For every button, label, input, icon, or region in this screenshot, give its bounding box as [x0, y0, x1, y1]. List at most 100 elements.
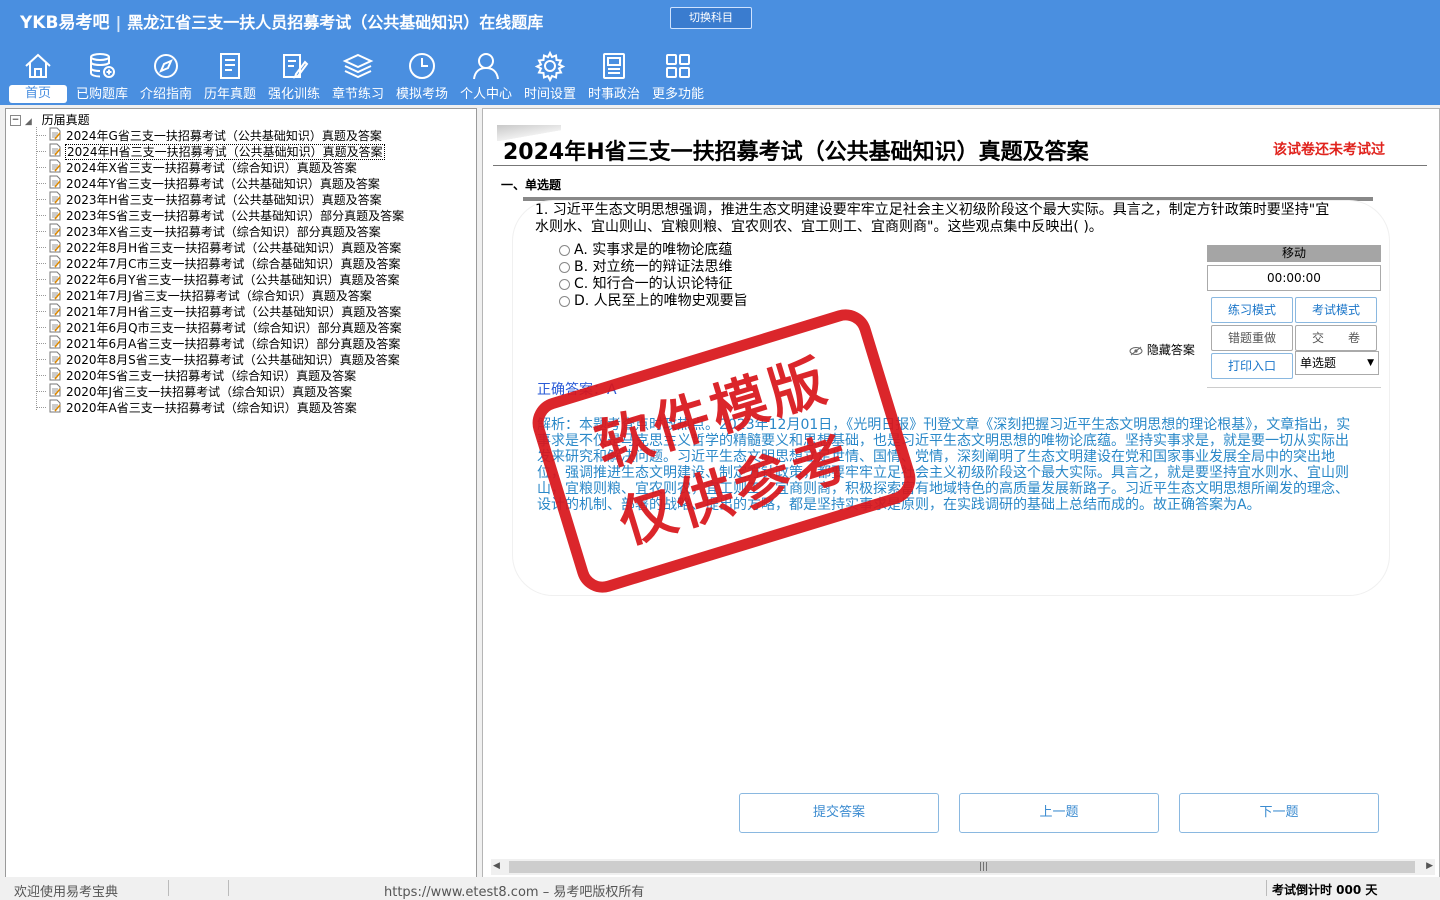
app-header: YKB易考吧 | 黑龙江省三支一扶人员招募考试（公共基础知识）在线题库 切换科目 首… [0, 0, 1440, 105]
question-type-select[interactable]: 单选题 ▼ [1295, 351, 1379, 375]
tool-panel-footer [1207, 387, 1381, 392]
tree-item[interactable]: 2023年X省三支一扶招募考试（综合知识）部分真题及答案 [36, 223, 382, 239]
radio-icon[interactable] [559, 295, 570, 307]
exam-status: 该试卷还未考试过 [1273, 142, 1385, 158]
hide-answer-toggle[interactable]: 隐藏答案 [1129, 341, 1195, 358]
nav-mock-exam[interactable]: 模拟考场 [390, 46, 454, 104]
next-question-button[interactable]: 下一题 [1179, 793, 1379, 833]
tree-root[interactable]: − ◢ 历届真题 [10, 111, 90, 127]
nav-guide[interactable]: 介绍指南 [134, 46, 198, 104]
tree-connector [36, 391, 46, 392]
nav-training[interactable]: 强化训练 [262, 46, 326, 104]
app-title: YKB易考吧 | 黑龙江省三支一扶人员招募考试（公共基础知识）在线题库 [20, 13, 544, 33]
nav-home[interactable]: 首页 [6, 46, 70, 104]
switch-subject-button[interactable]: 切换科目 [670, 7, 752, 29]
tree-root-label: 历届真题 [41, 113, 90, 127]
tree-item[interactable]: 2023年S省三支一扶招募考试（公共基础知识）部分真题及答案 [36, 207, 405, 223]
collapse-icon[interactable]: − [10, 115, 21, 126]
status-welcome: 欢迎使用易考宝典 [14, 885, 119, 900]
floating-tool-panel: 移动 00:00:00 练习模式 考试模式 错题重做 交 卷 打印入口 单选题 ▼ [1207, 245, 1381, 395]
tree-item[interactable]: 2022年6月Y省三支一扶招募考试（公共基础知识）真题及答案 [36, 271, 401, 287]
tree-item[interactable]: 2021年7月J省三支一扶招募考试（综合知识）真题及答案 [36, 287, 373, 303]
brand-logo: YKB易考吧 [20, 13, 110, 33]
option-c[interactable]: C. 知行合一的认识论特征 [559, 273, 733, 292]
document-icon [48, 159, 62, 176]
home-icon [25, 53, 51, 78]
scroll-right-icon[interactable]: ▶ [1426, 861, 1433, 871]
prev-question-button[interactable]: 上一题 [959, 793, 1159, 833]
tree-item-label: 2021年7月H省三支一扶招募考试（公共基础知识）真题及答案 [66, 305, 402, 319]
eye-off-icon [1129, 346, 1143, 355]
tree-item[interactable]: 2020年A省三支一扶招募考试（综合知识）真题及答案 [36, 399, 358, 415]
document-icon [48, 143, 62, 160]
tree-connector [36, 343, 46, 344]
scroll-left-icon[interactable]: ◀ [493, 861, 500, 871]
nav-more[interactable]: 更多功能 [646, 46, 710, 104]
tree-item[interactable]: 2020年8月S省三支一扶招募考试（公共基础知识）真题及答案 [36, 351, 401, 367]
scrollbar-thumb[interactable]: ||| [509, 861, 1415, 873]
document-icon [48, 191, 62, 208]
tree-item[interactable]: 2020年S省三支一扶招募考试（综合知识）真题及答案 [36, 367, 357, 383]
horizontal-scrollbar[interactable]: ◀ ||| ▶ [491, 859, 1435, 875]
option-b[interactable]: B. 对立统一的辩证法思维 [559, 256, 733, 275]
document-icon [48, 239, 62, 256]
submit-answer-button[interactable]: 提交答案 [739, 793, 939, 833]
tree-connector [36, 407, 46, 408]
tree-connector [36, 135, 46, 136]
tree-connector [36, 231, 46, 232]
document-icon [48, 351, 62, 368]
print-entry-button[interactable]: 打印入口 [1211, 353, 1293, 379]
grip-icon: ||| [979, 862, 989, 872]
tree-item[interactable]: 2022年7月C市三支一扶招募考试（综合基础知识）真题及答案 [36, 255, 402, 271]
nav-chapter[interactable]: 章节练习 [326, 46, 390, 104]
nav-current-affairs[interactable]: 时事政治 [582, 46, 646, 104]
status-separator [168, 880, 169, 896]
nav-time-settings[interactable]: 时间设置 [518, 46, 582, 104]
tree-item[interactable]: 2021年6月Q市三支一扶招募考试（综合知识）部分真题及答案 [36, 319, 403, 335]
gear-icon [534, 50, 566, 82]
tree-item[interactable]: 2024年X省三支一扶招募考试（综合知识）真题及答案 [36, 159, 358, 175]
paper-tree-panel: − ◢ 历届真题 2024年G省三支一扶招募考试（公共基础知识）真题及答案 202… [5, 108, 477, 878]
tree-item-label: 2022年7月C市三支一扶招募考试（综合基础知识）真题及答案 [66, 257, 401, 271]
option-d[interactable]: D. 人民至上的唯物史观要旨 [559, 290, 748, 309]
move-handle[interactable]: 移动 [1207, 245, 1381, 262]
radio-icon[interactable] [559, 278, 570, 290]
exam-countdown: 考试倒计时 000 天 [1272, 883, 1378, 897]
tree-item-label: 2021年7月J省三支一扶招募考试（综合知识）真题及答案 [66, 289, 372, 303]
submit-paper-button[interactable]: 交 卷 [1295, 325, 1377, 351]
tree-connector [36, 279, 46, 280]
document-icon [48, 223, 62, 240]
tree-item[interactable]: 2024年H省三支一扶招募考试（公共基础知识）真题及答案 [36, 143, 385, 160]
tree-item-label: 2022年8月H省三支一扶招募考试（公共基础知识）真题及答案 [66, 241, 402, 255]
tree-item[interactable]: 2023年H省三支一扶招募考试（公共基础知识）真题及答案 [36, 191, 383, 207]
user-icon [473, 53, 499, 80]
tree-item[interactable]: 2020年J省三支一扶招募考试（综合知识）真题及答案 [36, 383, 353, 399]
nav-past-papers[interactable]: 历年真题 [198, 46, 262, 104]
tree-item[interactable]: 2024年Y省三支一扶招募考试（公共基础知识）真题及答案 [36, 175, 381, 191]
edit-icon [283, 54, 309, 79]
tree-item[interactable]: 2021年6月A省三支一扶招募考试（综合知识）部分真题及答案 [36, 335, 401, 351]
document-icon [48, 271, 62, 288]
tree-item-label: 2024年H省三支一扶招募考试（公共基础知识）真题及答案 [65, 144, 385, 160]
document-icon [48, 319, 62, 336]
tree-item[interactable]: 2022年8月H省三支一扶招募考试（公共基础知识）真题及答案 [36, 239, 402, 255]
radio-icon[interactable] [559, 261, 570, 273]
tree-item-label: 2024年G省三支一扶招募考试（公共基础知识）真题及答案 [66, 129, 382, 143]
nav-purchased[interactable]: 已购题库 [70, 46, 134, 104]
document-icon [48, 207, 62, 224]
radio-icon[interactable] [559, 244, 570, 256]
practice-mode-button[interactable]: 练习模式 [1211, 297, 1293, 323]
redo-wrong-button[interactable]: 错题重做 [1211, 325, 1293, 351]
tree-item[interactable]: 2024年G省三支一扶招募考试（公共基础知识）真题及答案 [36, 127, 383, 143]
tree-item-label: 2024年Y省三支一扶招募考试（公共基础知识）真题及答案 [66, 177, 380, 191]
document-icon [48, 175, 62, 192]
status-bar: 欢迎使用易考宝典 https://www.etest8.com – 易考吧版权所… [0, 877, 1440, 900]
nav-profile[interactable]: 个人中心 [454, 46, 518, 104]
exam-mode-button[interactable]: 考试模式 [1295, 297, 1377, 323]
tree-item-label: 2021年6月Q市三支一扶招募考试（综合知识）部分真题及答案 [66, 321, 402, 335]
tree-item-label: 2023年S省三支一扶招募考试（公共基础知识）部分真题及答案 [66, 209, 405, 223]
option-a[interactable]: A. 实事求是的唯物论底蕴 [559, 239, 732, 258]
document-icon [48, 287, 62, 304]
tree-item[interactable]: 2021年7月H省三支一扶招募考试（公共基础知识）真题及答案 [36, 303, 402, 319]
section-label: 一、单选题 [501, 178, 562, 192]
